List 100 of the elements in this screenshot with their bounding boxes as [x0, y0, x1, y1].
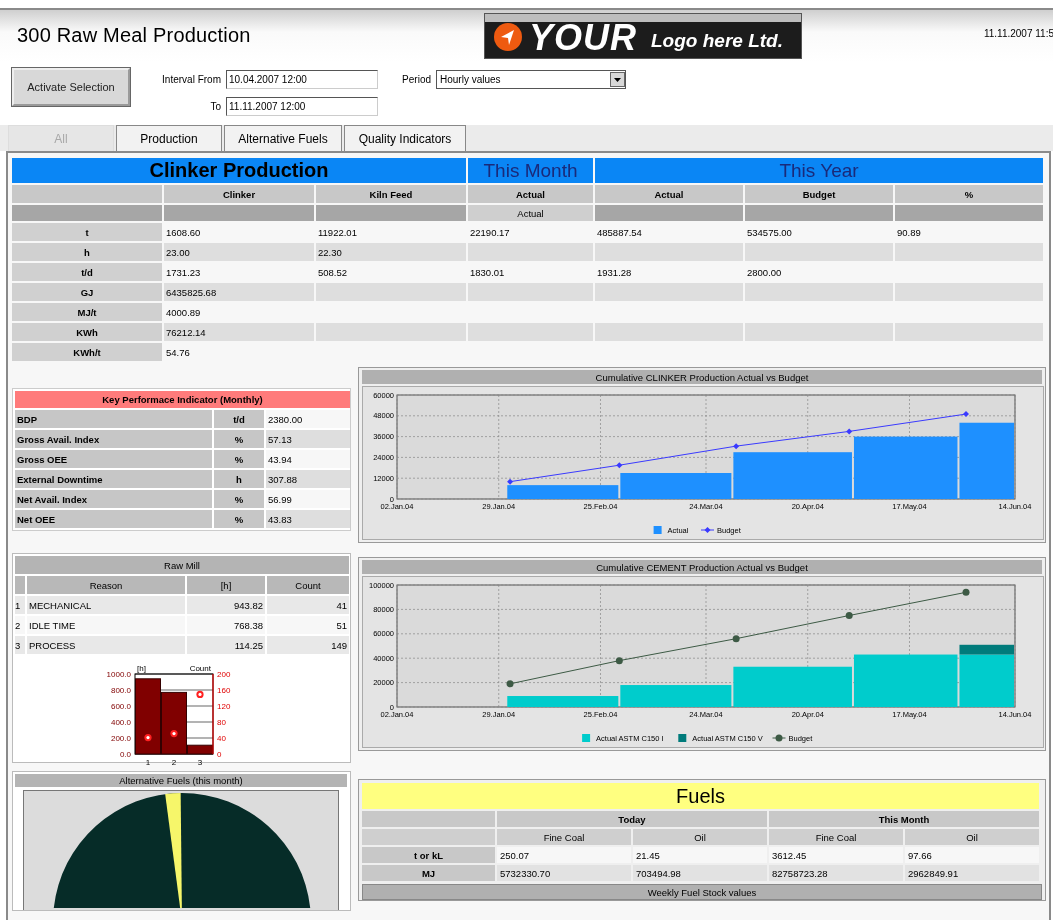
axis-label: 200: [217, 670, 231, 679]
column-header: Budget: [745, 185, 893, 203]
axis-title: [h]: [137, 664, 146, 673]
arrow-circle-icon: [493, 22, 523, 52]
row-label: BDP: [15, 410, 212, 428]
legend-swatch-icon: [582, 734, 591, 742]
row-label: GJ: [12, 283, 162, 301]
tab[interactable]: Alternative Fuels: [224, 125, 342, 151]
table-cell: 21.45: [633, 847, 767, 863]
tab[interactable]: Production: [116, 125, 222, 151]
point: [962, 588, 970, 596]
table-cell: 943.82: [187, 596, 265, 614]
table-cell: IDLE TIME: [27, 616, 185, 634]
field-label: Interval From: [161, 74, 222, 85]
legend-line-icon: [700, 527, 715, 533]
column-header: Reason: [27, 576, 185, 594]
row-number: 1: [15, 596, 25, 614]
point: [732, 635, 740, 643]
point: [616, 462, 623, 469]
point: [963, 411, 970, 418]
column-header: Oil: [905, 829, 1039, 845]
column-header: Oil: [633, 829, 767, 845]
table-cell: 76212.14: [164, 323, 314, 341]
table-cell: 22.30: [316, 243, 466, 261]
row-label: Net OEE: [15, 510, 212, 528]
table-cell: 23.00: [164, 243, 314, 261]
table-cell: 56.99: [266, 490, 350, 508]
axis-label: 0: [217, 750, 222, 759]
table-cell: 51: [267, 616, 349, 634]
axis-label: 160: [217, 686, 231, 695]
table-title: Raw Mill: [15, 556, 349, 574]
field-label: To: [209, 101, 222, 112]
axis-label: 0.0: [119, 750, 131, 759]
axis-label: 3: [197, 758, 203, 767]
unit-cell: %: [214, 450, 264, 468]
row-label: MJ: [362, 865, 495, 881]
table-cell: 703494.98: [633, 865, 767, 881]
row-number: 3: [15, 636, 25, 654]
table-cell: 97.66: [905, 847, 1039, 863]
table-cell: 41: [267, 596, 349, 614]
table-cell: 82758723.28: [769, 865, 903, 881]
activate-selection-button[interactable]: Activate Selection: [12, 68, 130, 106]
row-label: Net Avail. Index: [15, 490, 212, 508]
date-time: 11.11.2007 11:5: [983, 27, 1053, 39]
column-group-header: This Year: [595, 158, 1043, 183]
column-header: Fine Coal: [497, 829, 631, 845]
table-cell: 3612.45: [769, 847, 903, 863]
table-cell: 43.83: [266, 510, 350, 528]
logo-tagline: Logo here Ltd.: [651, 30, 783, 53]
table-cell: 768.38: [187, 616, 265, 634]
column-header: Count: [267, 576, 349, 594]
column-header: Clinker: [164, 185, 314, 203]
section-title: Weekly Fuel Stock values: [362, 884, 1042, 900]
column-subheader: Actual: [468, 205, 593, 221]
legend-swatch-icon: [678, 734, 687, 742]
point: [733, 443, 740, 450]
legend-line-icon: [772, 734, 786, 742]
axis-label: 40: [217, 734, 226, 743]
unit-cell: %: [214, 430, 264, 448]
tab[interactable]: Quality Indicators: [344, 125, 466, 151]
table-title: Fuels: [362, 783, 1039, 809]
page-title: 300 Raw Meal Production: [16, 23, 252, 47]
row-label: t: [12, 223, 162, 241]
table-cell: 2962849.91: [905, 865, 1039, 881]
table-cell: 149: [267, 636, 349, 654]
unit-cell: h: [214, 470, 264, 488]
axis-title: Count: [189, 664, 211, 673]
table-title: Clinker Production: [12, 158, 466, 183]
data-point: [144, 734, 152, 742]
axis-label: 400.0: [110, 718, 131, 727]
row-label: Gross Avail. Index: [15, 430, 212, 448]
chart-title: Cumulative CLINKER Production Actual vs Budget: [362, 370, 1042, 384]
axis-label: 600.0: [110, 702, 131, 711]
table-cell: 43.94: [266, 450, 350, 468]
interval-from-field[interactable]: 10.04.2007 12:00: [226, 70, 378, 89]
table-cell: 2380.00: [266, 410, 350, 428]
table-cell: PROCESS: [27, 636, 185, 654]
period-dropdown[interactable]: Hourly values: [436, 70, 626, 89]
point: [846, 428, 853, 435]
row-label: KWh/t: [12, 343, 162, 361]
column-header: [h]: [187, 576, 265, 594]
row-number: 2: [15, 616, 25, 634]
data-point: [196, 690, 204, 698]
column-header: Kiln Feed: [316, 185, 466, 203]
row-label: External Downtime: [15, 470, 212, 488]
data-point: [170, 730, 178, 738]
column-header: Actual: [595, 185, 743, 203]
column-group-header: Today: [497, 811, 767, 827]
table-cell: 6435825.68: [164, 283, 314, 301]
row-label: t/d: [12, 263, 162, 281]
chart-title: Alternative Fuels (this month): [15, 774, 347, 787]
table-cell: MECHANICAL: [27, 596, 185, 614]
table-cell: 114.25: [187, 636, 265, 654]
point: [507, 478, 514, 485]
column-header: %: [895, 185, 1043, 203]
row-label: t or kL: [362, 847, 495, 863]
table-cell: [15, 576, 25, 594]
axis-label: 120: [217, 702, 231, 711]
table-cell: 307.88: [266, 470, 350, 488]
interval-to-field[interactable]: 11.11.2007 12:00: [226, 97, 378, 116]
